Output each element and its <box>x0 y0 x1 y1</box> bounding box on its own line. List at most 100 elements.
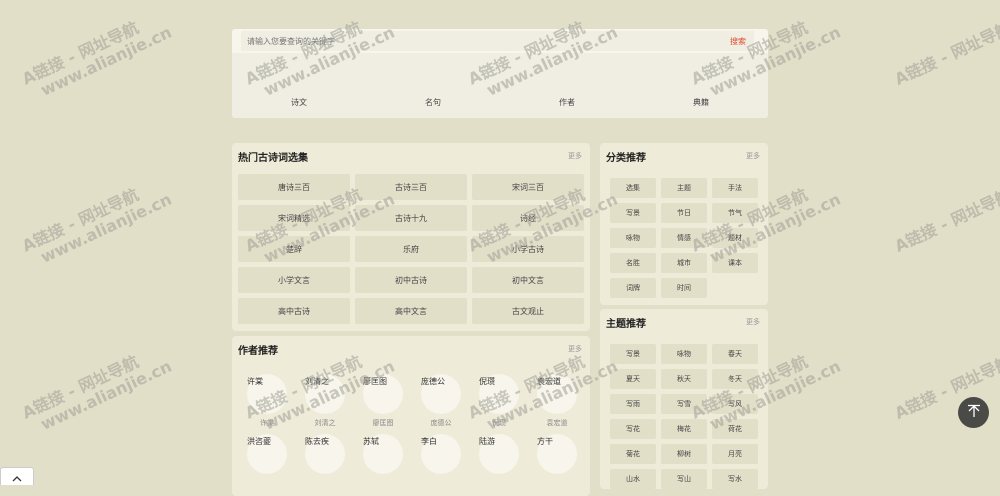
author-name[interactable]: 庞德公 <box>431 418 452 428</box>
author-card[interactable]: 方干 <box>528 434 586 478</box>
avatar[interactable]: 袁宏道 <box>537 374 577 414</box>
avatar[interactable]: 李白 <box>421 434 461 474</box>
theme-item[interactable]: 写雪 <box>661 394 707 414</box>
theme-item[interactable]: 春天 <box>712 344 758 364</box>
search-button[interactable]: 搜索 <box>722 31 754 51</box>
theme-item[interactable]: 荷花 <box>712 419 758 439</box>
avatar[interactable]: 刘清之 <box>305 374 345 414</box>
category-item[interactable]: 咏物 <box>610 228 656 248</box>
anthology-item[interactable]: 古诗三百 <box>355 174 467 200</box>
anthology-item[interactable]: 宋词精选 <box>238 205 350 231</box>
category-item[interactable]: 词牌 <box>610 278 656 298</box>
category-item[interactable]: 题材 <box>712 228 758 248</box>
search-input[interactable] <box>241 31 731 51</box>
avatar[interactable]: 陆游 <box>479 434 519 474</box>
watermark-line1: A链接 - 网址导航 <box>891 18 1000 89</box>
anthology-item[interactable]: 小学文言 <box>238 267 350 293</box>
theme-item[interactable]: 咏物 <box>661 344 707 364</box>
tab-authors[interactable]: 作者 <box>500 97 634 108</box>
avatar[interactable]: 陈去疾 <box>305 434 345 474</box>
category-item[interactable]: 节日 <box>661 203 707 223</box>
avatar[interactable]: 倪瓒 <box>479 374 519 414</box>
category-more-link[interactable]: 更多 <box>746 151 760 161</box>
category-item[interactable]: 课本 <box>712 253 758 273</box>
anthology-item[interactable]: 诗经 <box>472 205 584 231</box>
anthology-item[interactable]: 古文观止 <box>472 298 584 324</box>
author-card[interactable]: 李白 <box>412 434 470 478</box>
collapse-tab[interactable] <box>0 467 34 485</box>
author-name[interactable]: 刘清之 <box>315 418 336 428</box>
anthology-item[interactable]: 初中古诗 <box>355 267 467 293</box>
author-name[interactable]: 廖匡图 <box>373 418 394 428</box>
avatar[interactable]: 庞德公 <box>421 374 461 414</box>
theme-item[interactable]: 柳树 <box>661 444 707 464</box>
theme-item[interactable]: 写花 <box>610 419 656 439</box>
authors-more-link[interactable]: 更多 <box>568 344 582 354</box>
author-card[interactable]: 苏轼 <box>354 434 412 478</box>
theme-item[interactable]: 菊花 <box>610 444 656 464</box>
author-name[interactable]: 袁宏道 <box>547 418 568 428</box>
watermark-line2: www.alianjie.cn <box>37 22 175 100</box>
theme-item[interactable]: 夏天 <box>610 369 656 389</box>
category-item[interactable]: 选集 <box>610 178 656 198</box>
author-card[interactable]: 袁宏道 袁宏道 <box>528 374 586 428</box>
back-to-top-button[interactable] <box>958 397 989 428</box>
watermark: A链接 - 网址导航 www.alianjie.cn <box>19 174 175 272</box>
category-item[interactable]: 节气 <box>712 203 758 223</box>
category-item[interactable]: 手法 <box>712 178 758 198</box>
category-item[interactable]: 情感 <box>661 228 707 248</box>
author-card[interactable]: 庞德公 庞德公 <box>412 374 470 428</box>
tab-quotes[interactable]: 名句 <box>366 97 500 108</box>
anthology-item[interactable]: 高中古诗 <box>238 298 350 324</box>
theme-item[interactable]: 秋天 <box>661 369 707 389</box>
avatar[interactable]: 洪咨夔 <box>247 434 287 474</box>
author-card[interactable]: 许棠 许棠 <box>238 374 296 428</box>
theme-item[interactable]: 写水 <box>712 469 758 489</box>
author-card[interactable]: 刘清之 刘清之 <box>296 374 354 428</box>
tab-classics[interactable]: 典籍 <box>634 97 768 108</box>
anthology-item[interactable]: 乐府 <box>355 236 467 262</box>
hot-more-link[interactable]: 更多 <box>568 151 582 161</box>
category-item[interactable]: 城市 <box>661 253 707 273</box>
anthology-item[interactable]: 唐诗三百 <box>238 174 350 200</box>
category-item[interactable]: 时间 <box>661 278 707 298</box>
watermark-line1: A链接 - 网址导航 <box>19 352 142 423</box>
author-card[interactable]: 廖匡图 廖匡图 <box>354 374 412 428</box>
tab-poems[interactable]: 诗文 <box>232 97 366 108</box>
avatar-alt-text: 倪瓒 <box>479 377 495 386</box>
anthology-item[interactable]: 高中文言 <box>355 298 467 324</box>
author-name[interactable]: 许棠 <box>260 418 274 428</box>
theme-panel: 主题推荐 更多 写景 咏物 春天 夏天 秋天 冬天 写雨 写雪 写风 写花 梅花… <box>600 309 768 489</box>
theme-item[interactable]: 冬天 <box>712 369 758 389</box>
theme-item[interactable]: 写山 <box>661 469 707 489</box>
author-card[interactable]: 洪咨夔 <box>238 434 296 478</box>
category-title: 分类推荐 <box>606 153 646 164</box>
watermark-line2: www.alianjie.cn <box>37 189 175 267</box>
theme-item[interactable]: 写风 <box>712 394 758 414</box>
theme-item[interactable]: 月亮 <box>712 444 758 464</box>
author-card[interactable]: 陆游 <box>470 434 528 478</box>
theme-item[interactable]: 山水 <box>610 469 656 489</box>
avatar[interactable]: 苏轼 <box>363 434 403 474</box>
anthology-item[interactable]: 小学古诗 <box>472 236 584 262</box>
theme-item[interactable]: 写雨 <box>610 394 656 414</box>
anthology-item[interactable]: 楚辞 <box>238 236 350 262</box>
author-card[interactable]: 陈去疾 <box>296 434 354 478</box>
category-item[interactable]: 名胜 <box>610 253 656 273</box>
category-item[interactable]: 写景 <box>610 203 656 223</box>
avatar[interactable]: 廖匡图 <box>363 374 403 414</box>
avatar-alt-text: 袁宏道 <box>537 377 561 386</box>
theme-item[interactable]: 写景 <box>610 344 656 364</box>
category-item[interactable]: 主题 <box>661 178 707 198</box>
anthology-item[interactable]: 宋词三百 <box>472 174 584 200</box>
anthology-item[interactable]: 古诗十九 <box>355 205 467 231</box>
watermark: A链接 - 网址导航 <box>891 18 1000 89</box>
avatar[interactable]: 许棠 <box>247 374 287 414</box>
arrow-up-icon <box>967 403 981 422</box>
anthology-item[interactable]: 初中文言 <box>472 267 584 293</box>
theme-item[interactable]: 梅花 <box>661 419 707 439</box>
author-card[interactable]: 倪瓒 倪瓒 <box>470 374 528 428</box>
theme-more-link[interactable]: 更多 <box>746 317 760 327</box>
author-name[interactable]: 倪瓒 <box>492 418 506 428</box>
avatar[interactable]: 方干 <box>537 434 577 474</box>
